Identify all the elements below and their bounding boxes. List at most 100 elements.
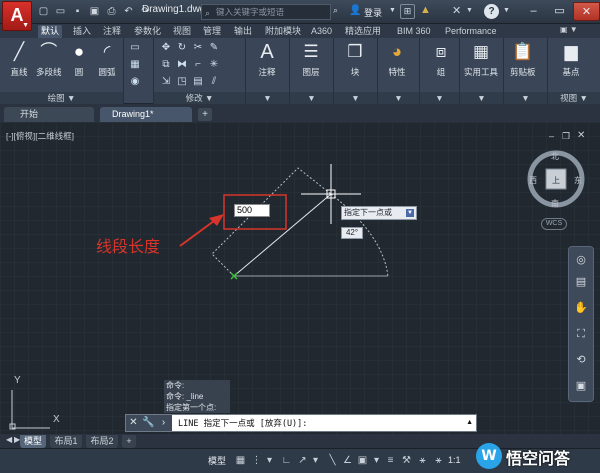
drawing-canvas[interactable]: [-][俯视][二维线框] – ❐ ✕ 北 西 东 南 上 WCS ◎ ▤ ✋ … [0, 122, 600, 434]
layers-tool[interactable]: ☰ 图层 [300, 41, 322, 78]
close-icon[interactable]: ✕ [126, 415, 141, 431]
properties-expand[interactable]: ▼ [378, 92, 419, 104]
line-tool[interactable]: ╱ 直线 [8, 41, 30, 78]
tab-manage[interactable]: 管理 [200, 25, 224, 38]
tab-bim360[interactable]: BIM 360 [394, 25, 434, 38]
trim-icon[interactable]: ✂ [191, 41, 205, 55]
lineweight-icon[interactable]: ≡ [384, 454, 397, 468]
polar-icon[interactable]: ↗ [296, 454, 309, 468]
annotation-tool[interactable]: A 注释 [256, 41, 278, 78]
chevron-down-icon[interactable]: ▾ [309, 454, 322, 468]
hatch-icon[interactable]: ▦ [128, 58, 142, 72]
tab-featured-apps[interactable]: 精选应用 [342, 25, 384, 38]
maximize-button[interactable]: ▭ [547, 2, 572, 21]
array-icon[interactable]: ▤ [191, 75, 205, 89]
search-icon[interactable]: ⌕ [333, 5, 345, 19]
model-space-button[interactable]: 模型 [208, 454, 230, 468]
tab-start[interactable]: 开始 [4, 107, 94, 122]
zoom-extents-icon[interactable]: ⛶ [569, 325, 593, 343]
fillet-icon[interactable]: ⌐ [191, 58, 205, 72]
chevron-down-icon[interactable]: ▾ [263, 454, 276, 468]
steering-wheel-icon[interactable]: ◎ [569, 251, 593, 269]
app-store-icon[interactable]: ⊞ [400, 4, 415, 19]
tab-parametric[interactable]: 参数化 [131, 25, 164, 38]
command-input[interactable]: LINE 指定下一点或 [放弃(U)]: [178, 417, 307, 429]
exchange-icon[interactable]: ✕ [452, 4, 461, 17]
move-icon[interactable]: ✥ [159, 41, 173, 55]
object-snap-tracking-icon[interactable]: ∠ [341, 454, 354, 468]
wrench-icon[interactable]: 🔧 [141, 415, 156, 431]
chevron-down-icon[interactable]: ▾ [370, 454, 383, 468]
tab-performance[interactable]: Performance [442, 25, 500, 38]
chevron-down-icon[interactable]: ▼ [406, 209, 414, 217]
viewport-controls[interactable]: [-][俯视][二维线框] [6, 130, 74, 142]
orbit-icon[interactable]: ⟲ [569, 351, 593, 369]
modify-panel-title[interactable]: 修改 ▼ [154, 92, 245, 104]
minimize-button[interactable]: – [521, 2, 546, 21]
layout-prev-icon[interactable]: ◀ [6, 435, 12, 444]
chevron-down-icon[interactable]: ▼ [389, 7, 396, 14]
new-tab-button[interactable]: + [198, 108, 212, 121]
scale-icon[interactable]: ◳ [175, 75, 189, 89]
dynamic-angle-readout[interactable]: 42° [341, 227, 363, 239]
arc-tool[interactable]: ◜ 圆弧 [96, 41, 118, 78]
login-button[interactable]: 登录 [364, 6, 382, 19]
viewport-restore-button[interactable]: ❐ [562, 131, 572, 141]
tab-drawing1[interactable]: Drawing1* [100, 107, 192, 122]
workspace-icon[interactable]: ⚹ [416, 454, 429, 468]
erase-icon[interactable]: ✎ [207, 41, 221, 55]
tab-layout1[interactable]: 布局1 [50, 435, 82, 448]
tab-view[interactable]: 视图 [170, 25, 194, 38]
block-tool[interactable]: ❒ 块 [344, 41, 366, 78]
rotate-icon[interactable]: ↻ [175, 41, 189, 55]
chevron-down-icon[interactable]: ▼ [466, 7, 473, 14]
tab-annotate[interactable]: 注释 [100, 25, 124, 38]
wcs-menu[interactable]: WCS [541, 218, 567, 230]
groups-tool[interactable]: ⧈ 组 [430, 41, 452, 78]
rectangle-icon[interactable]: ▭ [128, 41, 142, 55]
tab-addins[interactable]: 附加模块 [262, 25, 304, 38]
tab-insert[interactable]: 插入 [70, 25, 94, 38]
viewcube-north[interactable]: 北 [551, 151, 559, 162]
region-icon[interactable]: ◉ [128, 75, 142, 89]
command-line[interactable]: ✕ 🔧 › LINE 指定下一点或 [放弃(U)]: ▲ [125, 414, 477, 432]
stretch-icon[interactable]: ⇲ [159, 75, 173, 89]
viewcube-south[interactable]: 南 [551, 198, 559, 209]
base-tool[interactable]: ▆ 基点 [560, 41, 582, 78]
undo-icon[interactable]: ↶ [121, 4, 136, 19]
command-prompt-icon[interactable]: › [156, 415, 171, 431]
isodraft-icon[interactable]: ╲ [326, 454, 339, 468]
copy-icon[interactable]: ⧉ [159, 58, 173, 72]
groups-expand[interactable]: ▼ [420, 92, 459, 104]
chevron-up-icon[interactable]: ▲ [466, 419, 473, 426]
circle-tool[interactable]: ● 圆 [68, 41, 90, 78]
chevron-down-icon[interactable]: ▼ [503, 7, 510, 14]
tab-output[interactable]: 输出 [231, 25, 255, 38]
save-icon[interactable]: ▪ [70, 4, 85, 19]
mirror-icon[interactable]: ⧓ [175, 58, 189, 72]
object-snap-icon[interactable]: ▣ [356, 454, 369, 468]
utilities-tool[interactable]: ▦ 实用工具 [464, 41, 498, 78]
clipboard-tool[interactable]: 📋 剪贴板 [510, 41, 536, 78]
tab-model[interactable]: 模型 [20, 435, 46, 448]
snap-icon[interactable]: ⋮ [250, 454, 263, 468]
explode-icon[interactable]: ✳ [207, 58, 221, 72]
annotation-scale[interactable]: 1:1 [448, 455, 461, 465]
viewcube[interactable]: 北 西 东 南 上 [523, 147, 587, 211]
draw-panel-title[interactable]: 绘图 ▼ [0, 92, 123, 104]
tab-layout2[interactable]: 布局2 [86, 435, 118, 448]
annotation-scale-icon[interactable]: ⚒ [400, 454, 413, 468]
properties-tool[interactable]: ◕ 特性 [386, 41, 408, 78]
viewcube-west[interactable]: 西 [529, 175, 537, 186]
full-navigation-icon[interactable]: ▤ [569, 273, 593, 291]
dynamic-prompt[interactable]: 指定下一点或 ▼ [341, 206, 417, 220]
viewcube-east[interactable]: 东 [574, 175, 582, 186]
save-as-icon[interactable]: ▣ [87, 4, 102, 19]
tab-home[interactable]: 默认 [38, 25, 63, 38]
open-file-icon[interactable]: ▭ [53, 4, 68, 19]
offset-icon[interactable]: ⫽ [207, 75, 221, 89]
new-layout-button[interactable]: + [122, 435, 136, 448]
block-expand[interactable]: ▼ [334, 92, 377, 104]
annotation-visibility-icon[interactable]: ⚹ [432, 454, 445, 468]
new-file-icon[interactable]: ▢ [36, 4, 51, 19]
